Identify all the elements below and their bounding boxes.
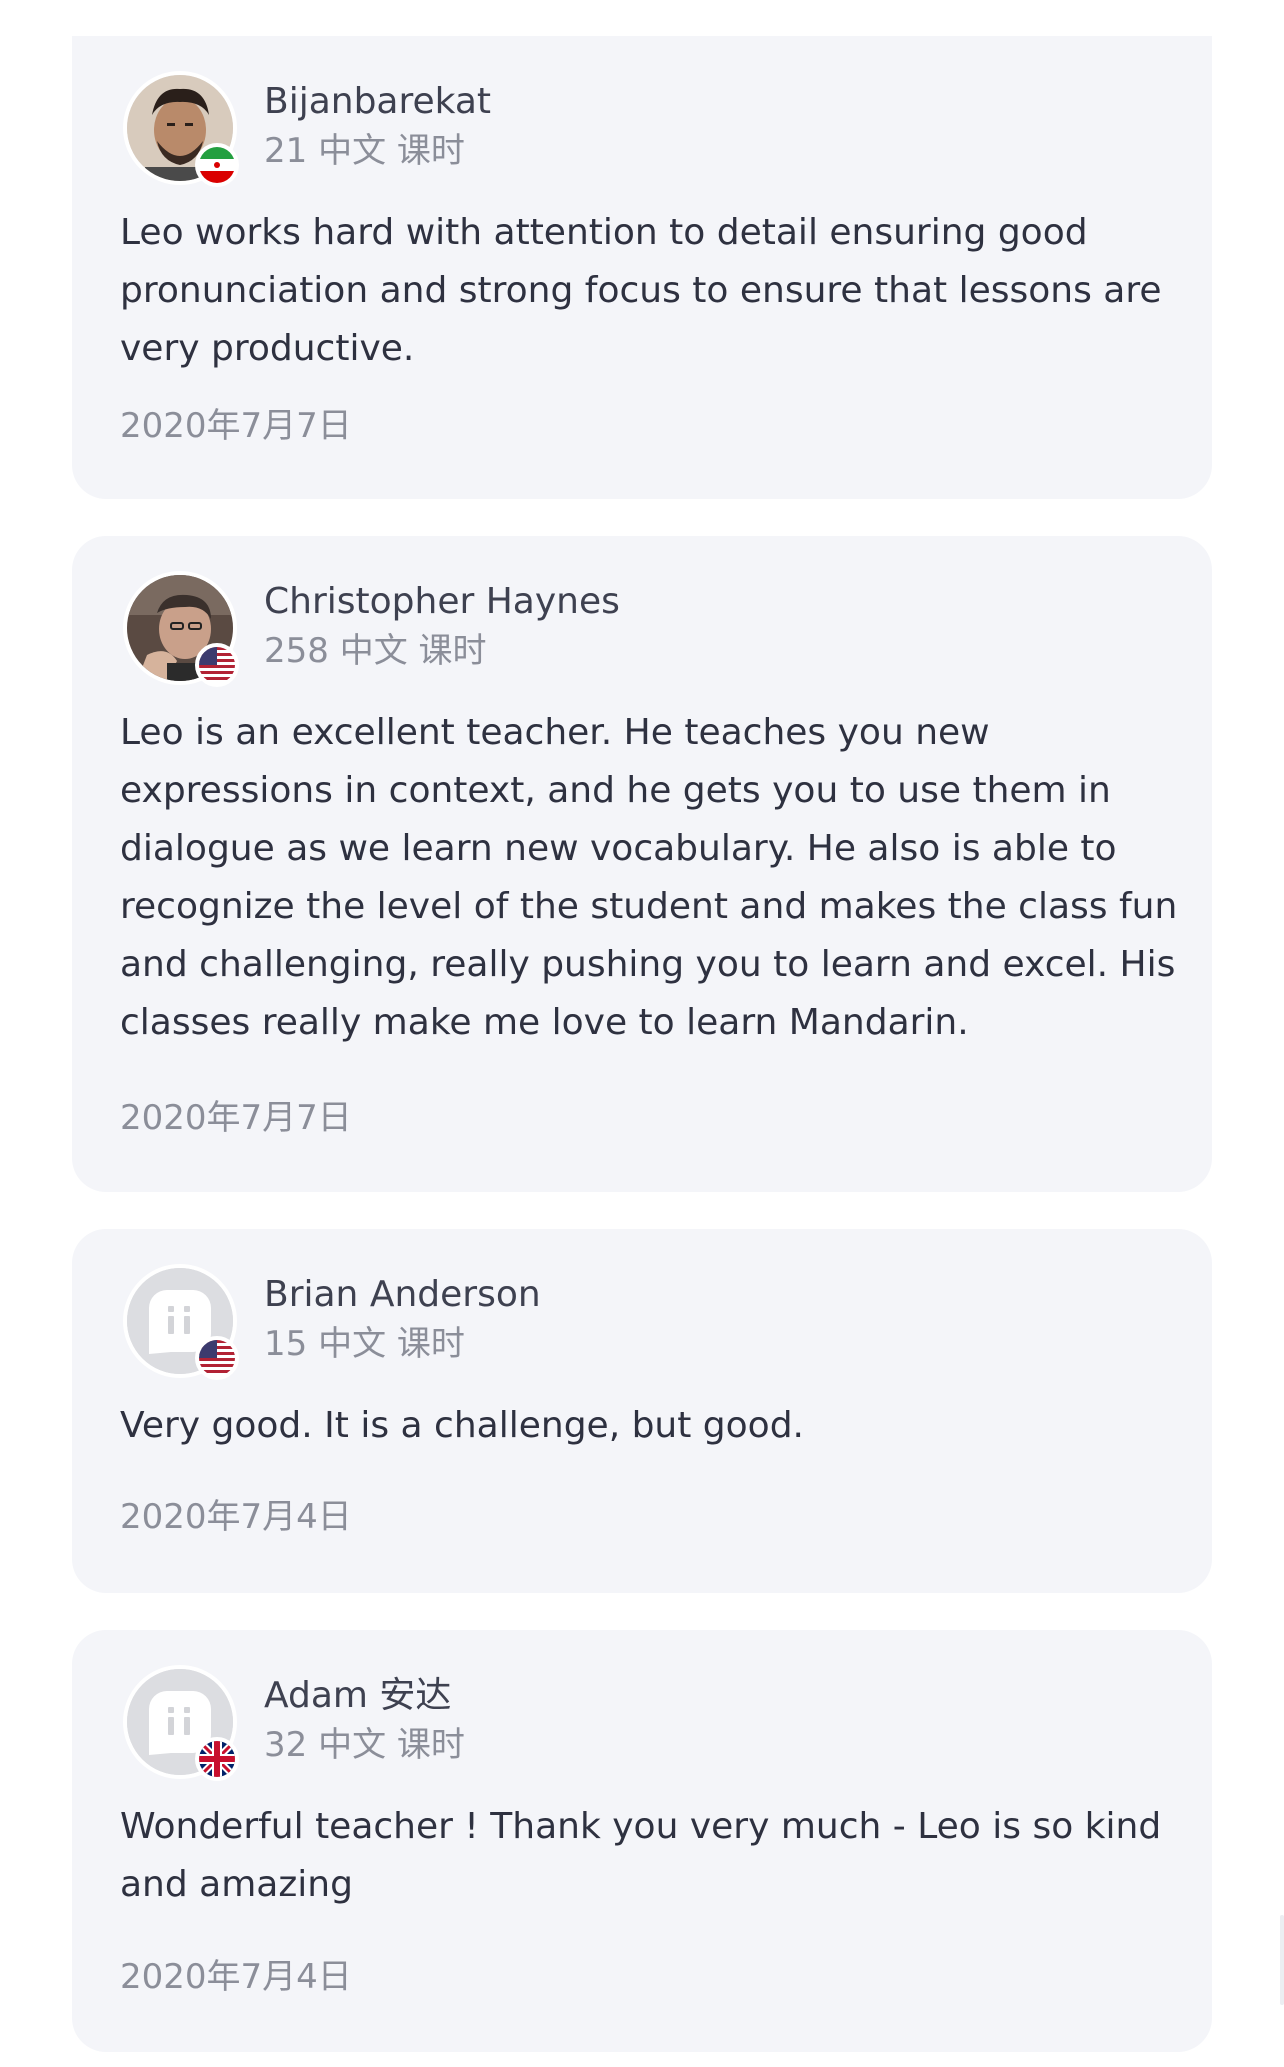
usa-flag-icon: [195, 1336, 239, 1380]
reviewer-name[interactable]: Christopher Haynes: [264, 580, 620, 624]
reviewer-avatar[interactable]: [123, 1665, 239, 1781]
scrollbar[interactable]: [1280, 1915, 1284, 2005]
uk-flag-icon: [195, 1737, 239, 1781]
reviewer-avatar[interactable]: [123, 571, 239, 687]
review-date: 2020年7月7日: [120, 406, 352, 446]
review-date: 2020年7月7日: [120, 1098, 352, 1138]
review-text: Leo works hard with attention to detail …: [120, 212, 1162, 369]
review-card: Bijanbarekat 21 中文 课时 Leo works hard wit…: [72, 36, 1212, 499]
reviewer-avatar[interactable]: [123, 1264, 239, 1380]
review-card: Christopher Haynes 258 中文 课时 Leo is an e…: [72, 536, 1212, 1192]
lesson-count: 15 中文 课时: [264, 1324, 465, 1364]
reviewer-name[interactable]: Brian Anderson: [264, 1273, 541, 1317]
lesson-count: 258 中文 课时: [264, 631, 487, 671]
usa-flag-icon: [195, 643, 239, 687]
lesson-count: 32 中文 课时: [264, 1725, 465, 1765]
review-card: Brian Anderson 15 中文 课时 Very good. It is…: [72, 1229, 1212, 1593]
review-text: Leo is an excellent teacher. He teaches …: [120, 712, 1178, 1043]
reviewer-name[interactable]: Bijanbarekat: [264, 80, 491, 124]
reviewer-avatar[interactable]: [123, 71, 239, 187]
review-text: Wonderful teacher ! Thank you very much …: [120, 1806, 1162, 1905]
reviewer-name[interactable]: Adam 安达: [264, 1674, 451, 1718]
review-card: Adam 安达 32 中文 课时 Wonderful teacher ! Tha…: [72, 1630, 1212, 2052]
review-text: Very good. It is a challenge, but good.: [120, 1405, 804, 1446]
lesson-count: 21 中文 课时: [264, 131, 465, 171]
review-date: 2020年7月4日: [120, 1497, 352, 1537]
iran-flag-icon: [195, 143, 239, 187]
review-date: 2020年7月4日: [120, 1957, 352, 1997]
